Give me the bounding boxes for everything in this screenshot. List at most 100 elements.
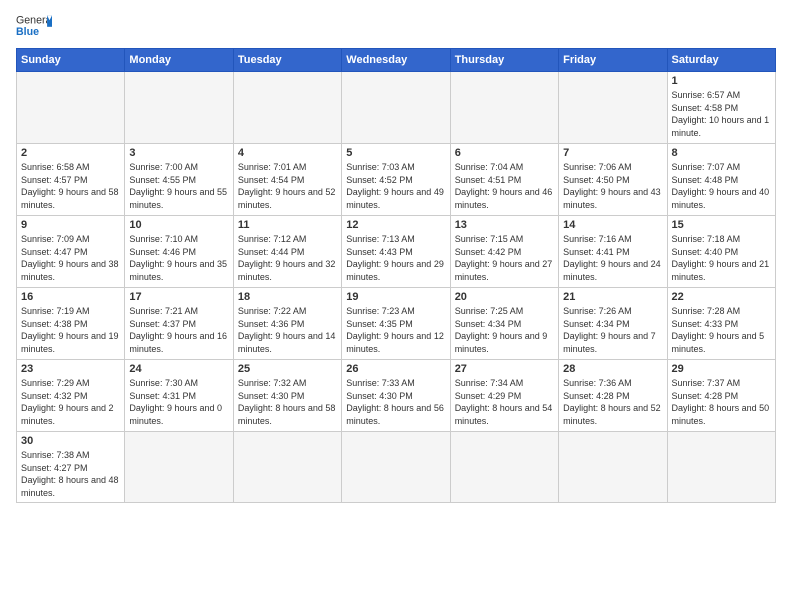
calendar-cell: 26 Sunrise: 7:33 AMSunset: 4:30 PMDayligh… [342,360,450,432]
day-number: 23 [21,363,120,375]
day-info: Sunrise: 7:00 AMSunset: 4:55 PMDaylight:… [129,161,228,211]
weekday-header-monday: Monday [125,49,233,72]
calendar-cell: 3 Sunrise: 7:00 AMSunset: 4:55 PMDaylight… [125,144,233,216]
calendar-cell: 27 Sunrise: 7:34 AMSunset: 4:29 PMDayligh… [450,360,558,432]
day-info: Sunrise: 7:18 AMSunset: 4:40 PMDaylight:… [672,233,771,283]
calendar-week-row: 30 Sunrise: 7:38 AMSunset: 4:27 PMDayligh… [17,432,776,503]
day-number: 8 [672,147,771,159]
day-number: 20 [455,291,554,303]
calendar-cell: 25Sunrise: 7:32 AMSunset: 4:30 PMDayligh… [233,360,341,432]
day-info: Sunrise: 7:21 AMSunset: 4:37 PMDaylight:… [129,305,228,355]
day-info: Sunrise: 7:16 AMSunset: 4:41 PMDaylight:… [563,233,662,283]
day-info: Sunrise: 7:36 AMSunset: 4:28 PMDaylight:… [563,377,662,427]
day-number: 19 [346,291,445,303]
calendar-cell: 6 Sunrise: 7:04 AMSunset: 4:51 PMDaylight… [450,144,558,216]
calendar-header-row: SundayMondayTuesdayWednesdayThursdayFrid… [17,49,776,72]
calendar-cell: 4Sunrise: 7:01 AMSunset: 4:54 PMDaylight… [233,144,341,216]
day-info: Sunrise: 7:09 AMSunset: 4:47 PMDaylight:… [21,233,120,283]
calendar-cell: 18 Sunrise: 7:22 AMSunset: 4:36 PMDayligh… [233,288,341,360]
weekday-header-thursday: Thursday [450,49,558,72]
day-number: 11 [238,219,337,231]
day-info: Sunrise: 7:38 AMSunset: 4:27 PMDaylight:… [21,449,120,499]
calendar-cell: 29 Sunrise: 7:37 AMSunset: 4:28 PMDayligh… [667,360,775,432]
calendar-cell: 24Sunrise: 7:30 AMSunset: 4:31 PMDayligh… [125,360,233,432]
calendar-cell: 21 Sunrise: 7:26 AMSunset: 4:34 PMDayligh… [559,288,667,360]
day-number: 5 [346,147,445,159]
calendar-cell: 5 Sunrise: 7:03 AMSunset: 4:52 PMDaylight… [342,144,450,216]
day-number: 10 [129,219,228,231]
day-info: Sunrise: 7:28 AMSunset: 4:33 PMDaylight:… [672,305,771,355]
weekday-header-sunday: Sunday [17,49,125,72]
day-number: 3 [129,147,228,159]
day-info: Sunrise: 7:03 AMSunset: 4:52 PMDaylight:… [346,161,445,211]
day-number: 6 [455,147,554,159]
calendar-week-row: 23Sunrise: 7:29 AMSunset: 4:32 PMDayligh… [17,360,776,432]
calendar-cell [233,72,341,144]
day-info: Sunrise: 7:22 AMSunset: 4:36 PMDaylight:… [238,305,337,355]
calendar-cell [450,432,558,503]
weekday-header-tuesday: Tuesday [233,49,341,72]
calendar-cell: 15 Sunrise: 7:18 AMSunset: 4:40 PMDayligh… [667,216,775,288]
day-info: Sunrise: 7:23 AMSunset: 4:35 PMDaylight:… [346,305,445,355]
calendar-cell [559,72,667,144]
calendar-cell [342,72,450,144]
day-number: 28 [563,363,662,375]
day-number: 25 [238,363,337,375]
calendar-cell: 19 Sunrise: 7:23 AMSunset: 4:35 PMDayligh… [342,288,450,360]
weekday-header-friday: Friday [559,49,667,72]
calendar-cell: 28 Sunrise: 7:36 AMSunset: 4:28 PMDayligh… [559,360,667,432]
day-number: 15 [672,219,771,231]
day-number: 9 [21,219,120,231]
day-number: 12 [346,219,445,231]
calendar-cell: 16 Sunrise: 7:19 AMSunset: 4:38 PMDayligh… [17,288,125,360]
calendar-week-row: 2Sunrise: 6:58 AMSunset: 4:57 PMDaylight… [17,144,776,216]
calendar-cell: 20 Sunrise: 7:25 AMSunset: 4:34 PMDayligh… [450,288,558,360]
day-info: Sunrise: 7:15 AMSunset: 4:42 PMDaylight:… [455,233,554,283]
calendar-cell: 23Sunrise: 7:29 AMSunset: 4:32 PMDayligh… [17,360,125,432]
calendar-cell: 1Sunrise: 6:57 AMSunset: 4:58 PMDaylight… [667,72,775,144]
calendar-cell [450,72,558,144]
calendar-cell [233,432,341,503]
day-number: 30 [21,435,120,447]
calendar-table: SundayMondayTuesdayWednesdayThursdayFrid… [16,48,776,503]
page: General Blue SundayMondayTuesdayWednesda… [0,0,792,612]
calendar-cell: 8 Sunrise: 7:07 AMSunset: 4:48 PMDaylight… [667,144,775,216]
calendar-cell: 10 Sunrise: 7:10 AMSunset: 4:46 PMDayligh… [125,216,233,288]
day-info: Sunrise: 6:58 AMSunset: 4:57 PMDaylight:… [21,161,120,211]
day-info: Sunrise: 7:34 AMSunset: 4:29 PMDaylight:… [455,377,554,427]
day-info: Sunrise: 7:33 AMSunset: 4:30 PMDaylight:… [346,377,445,427]
calendar-cell [667,432,775,503]
logo: General Blue [16,12,52,40]
day-info: Sunrise: 7:04 AMSunset: 4:51 PMDaylight:… [455,161,554,211]
weekday-header-saturday: Saturday [667,49,775,72]
day-info: Sunrise: 7:06 AMSunset: 4:50 PMDaylight:… [563,161,662,211]
calendar-cell: 13Sunrise: 7:15 AMSunset: 4:42 PMDayligh… [450,216,558,288]
calendar-cell: 22 Sunrise: 7:28 AMSunset: 4:33 PMDayligh… [667,288,775,360]
day-number: 22 [672,291,771,303]
day-info: Sunrise: 7:26 AMSunset: 4:34 PMDaylight:… [563,305,662,355]
day-info: Sunrise: 7:07 AMSunset: 4:48 PMDaylight:… [672,161,771,211]
day-number: 1 [672,75,771,87]
day-info: Sunrise: 7:10 AMSunset: 4:46 PMDaylight:… [129,233,228,283]
day-number: 29 [672,363,771,375]
calendar-cell: 14 Sunrise: 7:16 AMSunset: 4:41 PMDayligh… [559,216,667,288]
svg-text:Blue: Blue [16,26,39,38]
day-info: Sunrise: 7:37 AMSunset: 4:28 PMDaylight:… [672,377,771,427]
day-number: 17 [129,291,228,303]
calendar-cell [17,72,125,144]
calendar-cell: 30 Sunrise: 7:38 AMSunset: 4:27 PMDayligh… [17,432,125,503]
day-number: 18 [238,291,337,303]
day-number: 14 [563,219,662,231]
day-info: Sunrise: 7:30 AMSunset: 4:31 PMDaylight:… [129,377,228,427]
day-number: 21 [563,291,662,303]
calendar-cell [125,432,233,503]
day-number: 7 [563,147,662,159]
day-info: Sunrise: 7:01 AMSunset: 4:54 PMDaylight:… [238,161,337,211]
day-number: 27 [455,363,554,375]
day-info: Sunrise: 7:19 AMSunset: 4:38 PMDaylight:… [21,305,120,355]
day-number: 26 [346,363,445,375]
calendar-cell: 9 Sunrise: 7:09 AMSunset: 4:47 PMDaylight… [17,216,125,288]
day-info: Sunrise: 7:13 AMSunset: 4:43 PMDaylight:… [346,233,445,283]
day-number: 16 [21,291,120,303]
day-info: Sunrise: 7:25 AMSunset: 4:34 PMDaylight:… [455,305,554,355]
